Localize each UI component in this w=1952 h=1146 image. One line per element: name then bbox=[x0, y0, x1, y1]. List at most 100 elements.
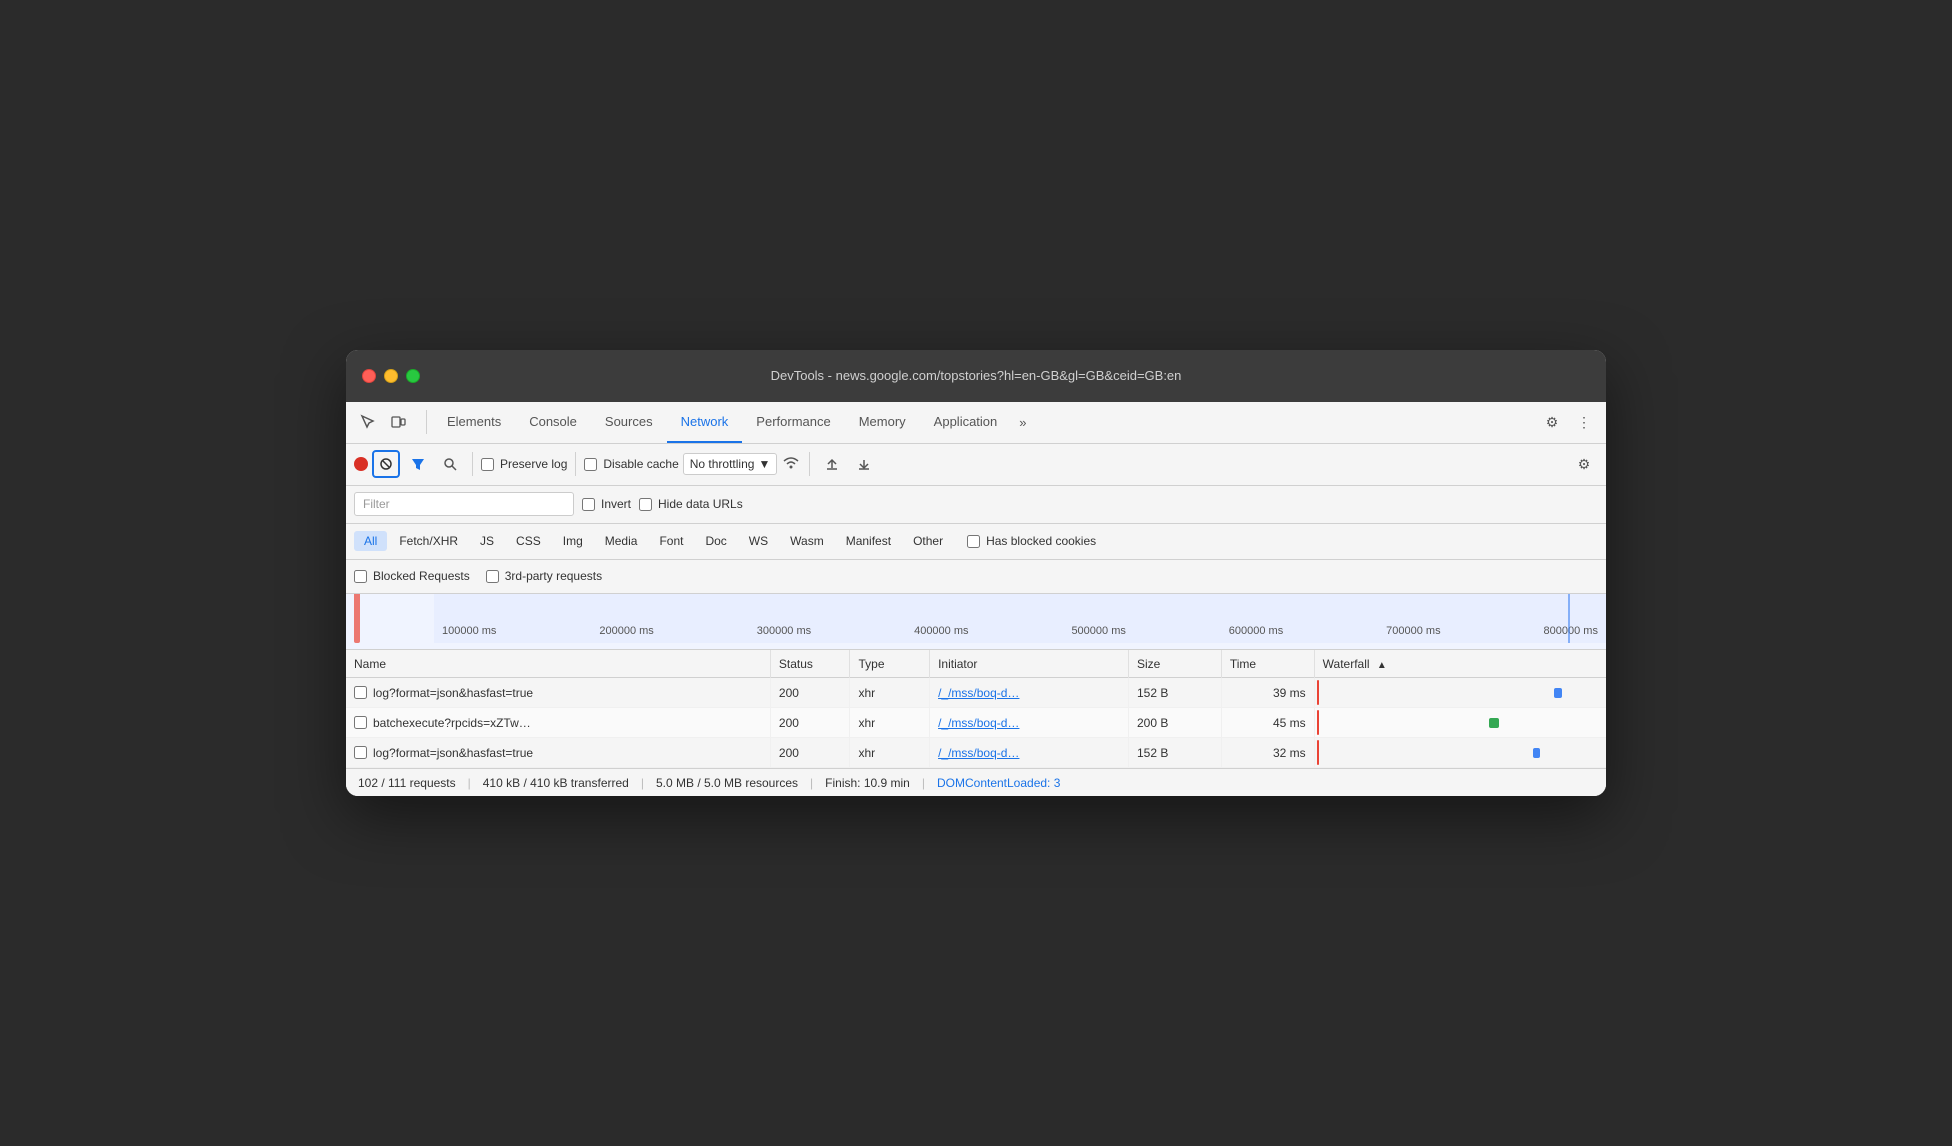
dom-content-loaded: DOMContentLoaded: 3 bbox=[937, 776, 1060, 790]
col-header-name[interactable]: Name bbox=[346, 650, 770, 678]
third-party-checkbox[interactable]: 3rd-party requests bbox=[486, 569, 602, 583]
filter-fetch-xhr[interactable]: Fetch/XHR bbox=[389, 531, 468, 551]
col-header-time[interactable]: Time bbox=[1221, 650, 1314, 678]
toolbar-divider-1 bbox=[472, 452, 473, 476]
settings-gear-icon[interactable]: ⚙ bbox=[1570, 450, 1598, 478]
disable-cache-checkbox[interactable]: Disable cache bbox=[584, 457, 678, 471]
waterfall-redline bbox=[1317, 680, 1319, 705]
filter-ws[interactable]: WS bbox=[739, 531, 778, 551]
traffic-lights bbox=[362, 369, 420, 383]
preserve-log-input[interactable] bbox=[481, 458, 494, 471]
waterfall-timeline-header: 100000 ms 200000 ms 300000 ms 400000 ms … bbox=[346, 594, 1606, 650]
maximize-button[interactable] bbox=[406, 369, 420, 383]
throttle-select[interactable]: No throttling ▼ bbox=[683, 453, 778, 475]
filter-other[interactable]: Other bbox=[903, 531, 953, 551]
tick-6: 600000 ms bbox=[1229, 625, 1283, 637]
row-status: 200 bbox=[770, 708, 850, 738]
row-time: 45 ms bbox=[1221, 708, 1314, 738]
preserve-log-checkbox[interactable]: Preserve log bbox=[481, 457, 567, 471]
row-select-checkbox[interactable] bbox=[354, 686, 367, 699]
throttle-arrow-icon: ▼ bbox=[758, 457, 770, 471]
col-header-type[interactable]: Type bbox=[850, 650, 930, 678]
filter-input[interactable] bbox=[354, 492, 574, 516]
row-initiator[interactable]: /_/mss/boq-d… bbox=[938, 686, 1019, 700]
tab-application[interactable]: Application bbox=[920, 401, 1012, 443]
network-table-container: Name Status Type Initiator Size bbox=[346, 650, 1606, 769]
upload-icon[interactable] bbox=[818, 450, 846, 478]
minimize-button[interactable] bbox=[384, 369, 398, 383]
invert-checkbox[interactable]: Invert bbox=[582, 497, 631, 511]
row-initiator[interactable]: /_/mss/boq-d… bbox=[938, 716, 1019, 730]
table-row[interactable]: batchexecute?rpcids=xZTw… 200xhr/_/mss/b… bbox=[346, 708, 1606, 738]
blocked-bar: Blocked Requests 3rd-party requests bbox=[346, 560, 1606, 594]
tick-4: 400000 ms bbox=[914, 625, 968, 637]
filter-font[interactable]: Font bbox=[649, 531, 693, 551]
filter-icon[interactable] bbox=[404, 450, 432, 478]
tab-sources[interactable]: Sources bbox=[591, 401, 667, 443]
filter-manifest[interactable]: Manifest bbox=[836, 531, 901, 551]
waterfall-bar bbox=[1533, 748, 1540, 758]
close-button[interactable] bbox=[362, 369, 376, 383]
resources-size: 5.0 MB / 5.0 MB resources bbox=[656, 776, 798, 790]
titlebar: DevTools - news.google.com/topstories?hl… bbox=[346, 350, 1606, 402]
tab-bar-right: ⚙ ⋮ bbox=[1538, 408, 1598, 436]
tab-console[interactable]: Console bbox=[515, 401, 591, 443]
row-initiator[interactable]: /_/mss/boq-d… bbox=[938, 746, 1019, 760]
finish-time: Finish: 10.9 min bbox=[825, 776, 910, 790]
row-type: xhr bbox=[850, 678, 930, 708]
row-select-checkbox[interactable] bbox=[354, 716, 367, 729]
clear-button[interactable] bbox=[372, 450, 400, 478]
table-row[interactable]: log?format=json&hasfast=true 200xhr/_/ms… bbox=[346, 738, 1606, 768]
row-waterfall bbox=[1314, 738, 1606, 768]
disable-cache-input[interactable] bbox=[584, 458, 597, 471]
download-icon[interactable] bbox=[850, 450, 878, 478]
tab-memory[interactable]: Memory bbox=[845, 401, 920, 443]
tab-bar: Elements Console Sources Network Perform… bbox=[346, 402, 1606, 444]
tab-overflow-button[interactable]: » bbox=[1011, 415, 1034, 430]
network-table: Name Status Type Initiator Size bbox=[346, 650, 1606, 769]
filter-doc[interactable]: Doc bbox=[695, 531, 736, 551]
waterfall-bar bbox=[1489, 718, 1499, 728]
tab-performance[interactable]: Performance bbox=[742, 401, 844, 443]
tab-elements[interactable]: Elements bbox=[433, 401, 515, 443]
tick-7: 700000 ms bbox=[1386, 625, 1440, 637]
row-size: 152 B bbox=[1129, 738, 1222, 768]
row-time: 32 ms bbox=[1221, 738, 1314, 768]
filter-wasm[interactable]: Wasm bbox=[780, 531, 834, 551]
device-toggle-icon[interactable] bbox=[384, 408, 412, 436]
hide-data-urls-input[interactable] bbox=[639, 498, 652, 511]
row-type: xhr bbox=[850, 708, 930, 738]
blocked-requests-checkbox[interactable]: Blocked Requests bbox=[354, 569, 470, 583]
invert-input[interactable] bbox=[582, 498, 595, 511]
more-options-icon[interactable]: ⋮ bbox=[1570, 408, 1598, 436]
filter-type-bar: All Fetch/XHR JS CSS Img Media Font Doc … bbox=[346, 524, 1606, 560]
col-header-status[interactable]: Status bbox=[770, 650, 850, 678]
col-header-size[interactable]: Size bbox=[1129, 650, 1222, 678]
col-header-waterfall[interactable]: Waterfall ▲ bbox=[1314, 650, 1606, 678]
col-header-initiator[interactable]: Initiator bbox=[930, 650, 1129, 678]
red-line bbox=[354, 594, 360, 643]
row-select-checkbox[interactable] bbox=[354, 746, 367, 759]
settings-icon[interactable]: ⚙ bbox=[1538, 408, 1566, 436]
tab-network[interactable]: Network bbox=[667, 401, 743, 443]
third-party-input[interactable] bbox=[486, 570, 499, 583]
table-header-row: Name Status Type Initiator Size bbox=[346, 650, 1606, 678]
blocked-requests-input[interactable] bbox=[354, 570, 367, 583]
row-name: log?format=json&hasfast=true bbox=[373, 686, 533, 700]
search-icon[interactable] bbox=[436, 450, 464, 478]
tick-3: 300000 ms bbox=[757, 625, 811, 637]
table-row[interactable]: log?format=json&hasfast=true 200xhr/_/ms… bbox=[346, 678, 1606, 708]
tick-1: 100000 ms bbox=[442, 625, 496, 637]
filter-all[interactable]: All bbox=[354, 531, 387, 551]
filter-css[interactable]: CSS bbox=[506, 531, 551, 551]
row-name: log?format=json&hasfast=true bbox=[373, 746, 533, 760]
filter-js[interactable]: JS bbox=[470, 531, 504, 551]
record-button[interactable] bbox=[354, 457, 368, 471]
hide-data-urls-checkbox[interactable]: Hide data URLs bbox=[639, 497, 743, 511]
filter-media[interactable]: Media bbox=[595, 531, 648, 551]
inspect-element-icon[interactable] bbox=[354, 408, 382, 436]
has-blocked-cookies-input[interactable] bbox=[967, 535, 980, 548]
filter-img[interactable]: Img bbox=[553, 531, 593, 551]
table-body: log?format=json&hasfast=true 200xhr /_/ms… bbox=[346, 678, 1606, 768]
toolbar-divider-2 bbox=[575, 452, 576, 476]
